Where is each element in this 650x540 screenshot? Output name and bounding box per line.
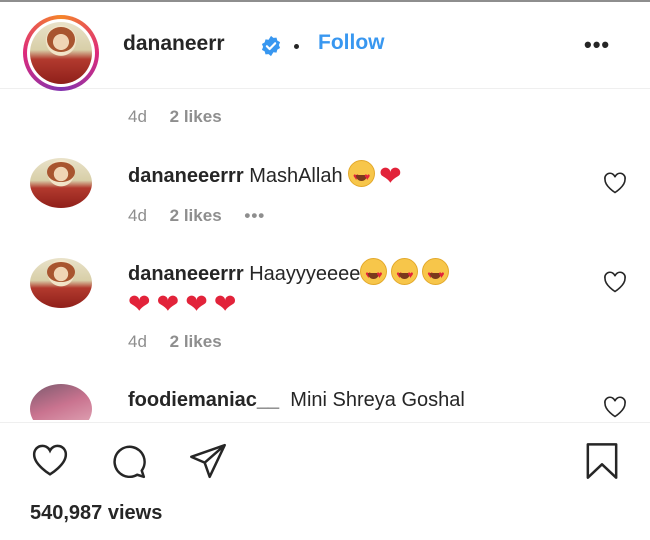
heart-eyes-emoji xyxy=(391,258,419,290)
share-icon[interactable] xyxy=(188,441,228,481)
comment-time: 4d xyxy=(128,332,147,351)
like-comment-icon[interactable] xyxy=(603,172,627,194)
comment-body: foodiemaniac__ Mini Shreya Goshal xyxy=(128,386,465,414)
comment-avatar[interactable] xyxy=(30,158,92,208)
like-icon[interactable] xyxy=(30,441,70,481)
comment-body: dananeeerrr MashAllah ❤ xyxy=(128,160,408,192)
comment-likes[interactable]: 2 likes xyxy=(170,107,222,126)
comment-more-icon[interactable]: ••• xyxy=(244,206,265,225)
comment-text: Mini Shreya Goshal xyxy=(290,389,465,411)
red-heart-emoji: ❤ xyxy=(213,289,237,319)
like-comment-icon[interactable] xyxy=(603,396,627,418)
comment-meta: 4d 2 likes ••• xyxy=(128,206,283,226)
comment-body: dananeeerrr Haayyyeeee ❤❤❤❤ xyxy=(128,258,588,318)
like-comment-icon[interactable] xyxy=(603,271,627,293)
comment-avatar[interactable] xyxy=(30,384,92,420)
red-heart-emoji: ❤ xyxy=(128,289,151,319)
comment-username[interactable]: foodiemaniac__ xyxy=(128,389,279,411)
more-options-icon[interactable]: ••• xyxy=(584,32,610,58)
comment-text: Haayyyeeee xyxy=(249,263,361,285)
comment-likes[interactable]: 2 likes xyxy=(170,332,222,351)
comment-likes[interactable]: 2 likes xyxy=(170,206,222,225)
comment-time: 4d xyxy=(128,206,147,225)
separator-dot xyxy=(294,44,299,49)
post-header: dananeerr Follow ••• xyxy=(0,2,650,91)
profile-avatar[interactable] xyxy=(23,15,99,91)
comment-username[interactable]: dananeeerrr xyxy=(128,263,244,285)
save-bookmark-icon[interactable] xyxy=(582,441,622,481)
verified-badge-icon xyxy=(261,35,281,57)
comment-icon[interactable] xyxy=(108,441,148,481)
comment-partial: foodiemaniac__ Mini Shreya Goshal xyxy=(0,384,650,420)
comment-time: 4d xyxy=(128,107,147,126)
heart-eyes-emoji xyxy=(360,258,388,290)
follow-button[interactable]: Follow xyxy=(318,31,385,55)
section-divider xyxy=(0,422,650,423)
views-count: 540,987 views xyxy=(30,502,163,524)
avatar-image xyxy=(30,22,92,84)
red-heart-emoji: ❤ xyxy=(185,289,208,319)
heart-eyes-emoji xyxy=(422,258,450,290)
heart-eyes-emoji xyxy=(348,160,376,192)
post-author-username[interactable]: dananeerr xyxy=(123,32,225,56)
comment-meta: 4d 2 likes xyxy=(128,332,240,352)
comment-username[interactable]: dananeeerrr xyxy=(128,165,244,187)
red-heart-emoji: ❤ xyxy=(379,161,402,191)
comment-text: MashAllah xyxy=(249,165,343,187)
comment-avatar[interactable] xyxy=(30,258,92,308)
comment-meta: 4d 2 likes xyxy=(128,107,240,127)
red-heart-emoji: ❤ xyxy=(156,289,180,319)
